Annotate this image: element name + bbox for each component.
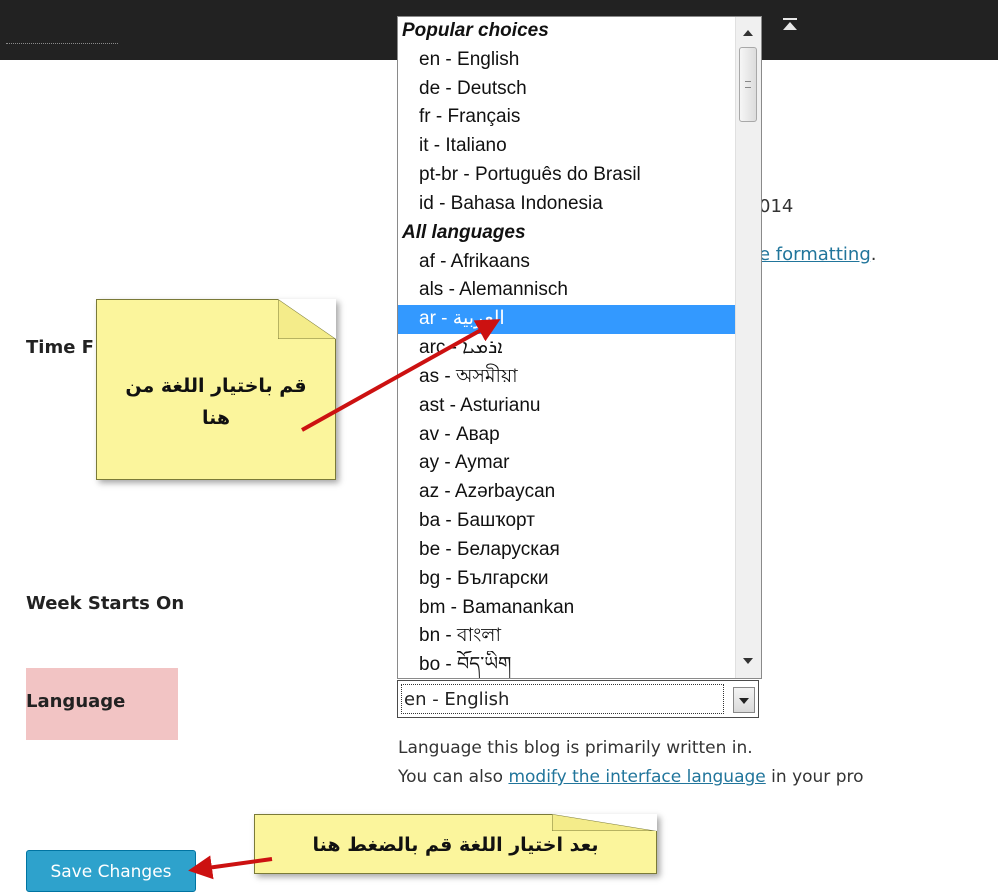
arrow-to-arabic-option: [301, 319, 501, 432]
arrow-to-save-button: [188, 855, 273, 880]
annotation-arrows: [188, 319, 501, 880]
